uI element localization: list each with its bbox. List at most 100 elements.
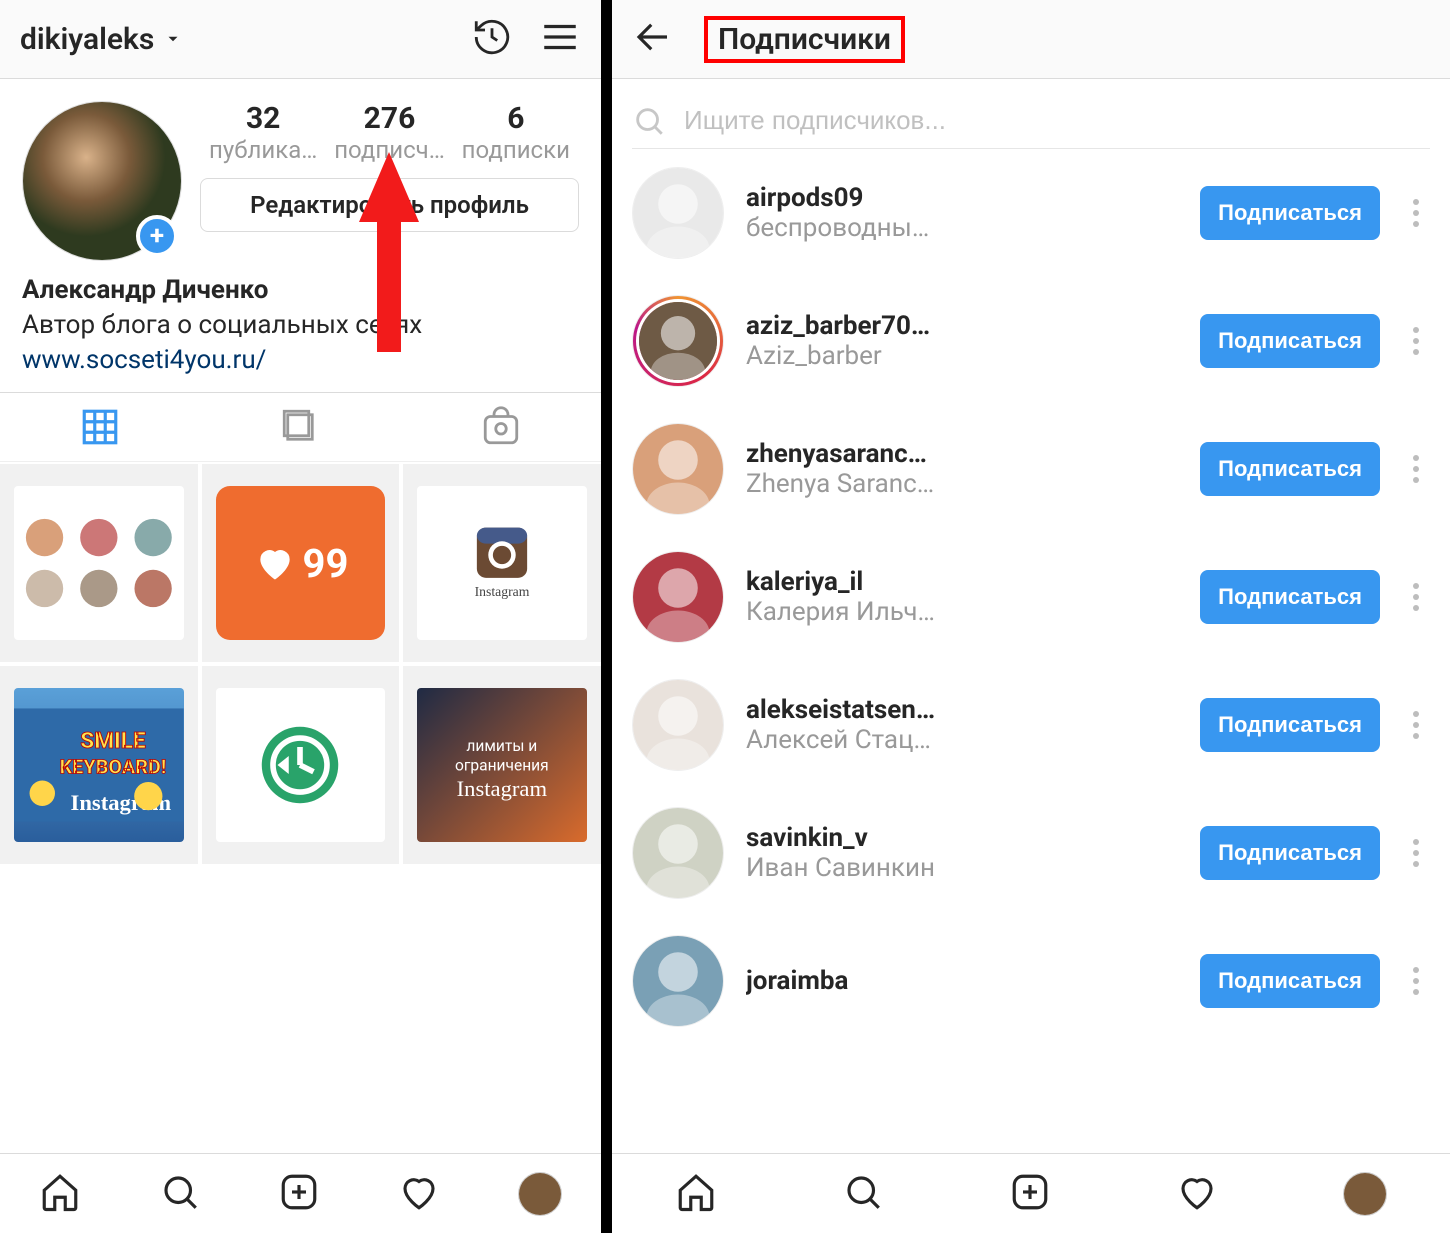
follow-button[interactable]: Подписаться [1200,314,1380,368]
post-thumb[interactable]: Instagram [403,464,601,662]
username-label: dikiyaleks [20,22,154,57]
follower-avatar[interactable] [632,167,724,259]
followers-screen: Подписчики airpods09беспроводны… Подписат… [612,0,1450,1233]
nav-search-icon[interactable] [159,1171,201,1217]
nav-activity-icon[interactable] [398,1171,440,1217]
thumb-instagram-logo: Instagram [467,523,537,603]
nav-home-icon[interactable] [675,1171,717,1217]
more-options-icon[interactable] [1402,839,1430,867]
follower-subtitle: беспроводны… [746,213,1178,243]
bio-link[interactable]: www.socseti4you.ru/ [22,343,579,378]
profile-tabs [0,392,601,462]
grid-icon [79,406,121,448]
more-options-icon[interactable] [1402,199,1430,227]
follower-avatar[interactable] [632,423,724,515]
thumb-people-collage [14,486,184,640]
hamburger-menu-icon[interactable] [539,16,581,62]
nav-search-icon[interactable] [842,1171,884,1217]
add-story-plus-icon[interactable]: + [136,215,178,257]
follower-username: airpods09 [746,183,1178,213]
follow-button[interactable]: Подписаться [1200,186,1380,240]
nav-profile-avatar[interactable] [518,1172,562,1216]
post-thumb[interactable] [202,666,400,864]
bottom-nav [612,1153,1450,1233]
follower-subtitle: Алексей Стац… [746,725,1178,755]
follower-row[interactable]: joraimba Подписаться [612,917,1450,1045]
nav-activity-icon[interactable] [1176,1171,1218,1217]
follower-avatar[interactable] [632,807,724,899]
stat-followers[interactable]: 276 подписч… [326,101,452,164]
follower-username: alekseistatsen… [746,695,1178,725]
followers-search[interactable] [632,93,1430,149]
follower-row[interactable]: airpods09беспроводны… Подписаться [612,149,1450,277]
follower-avatar[interactable] [632,295,724,387]
posts-grid: 99 Instagram SMILE KEYBOARD! [0,462,601,1153]
nav-home-icon[interactable] [39,1171,81,1217]
post-thumb[interactable] [0,464,198,662]
edit-profile-button[interactable]: Редактировать профиль [200,178,579,232]
post-thumb[interactable]: 99 [202,464,400,662]
posts-label: публика… [200,136,326,164]
followers-title: Подписчики [718,22,891,57]
bottom-nav [0,1153,601,1233]
follower-row[interactable]: zhenyasaranc…Zhenya Saranc…Подписаться [612,405,1450,533]
nav-add-icon[interactable] [278,1171,320,1217]
svg-text:лимиты и: лимиты и [467,737,538,755]
followers-count: 276 [326,101,452,136]
followers-title-highlight: Подписчики [704,16,905,63]
heart-icon [253,541,297,585]
badge-count: 99 [303,540,349,587]
edit-profile-label: Редактировать профиль [250,191,529,219]
follow-button[interactable]: Подписаться [1200,698,1380,752]
back-arrow-icon[interactable] [632,16,674,62]
stat-posts[interactable]: 32 публика… [200,101,326,164]
svg-text:Instagram: Instagram [457,776,548,801]
post-thumb[interactable]: SMILE KEYBOARD! Instagram [0,666,198,864]
follower-username: joraimba [746,966,1178,996]
username-dropdown[interactable]: dikiyaleks [20,22,182,57]
followers-list: airpods09беспроводны…Подписатьсяaziz_bar… [612,149,1450,1153]
thumb-limits-sunset: лимиты и ограничения Instagram [417,688,587,842]
tab-feed[interactable] [200,393,400,461]
stat-following[interactable]: 6 подписки [453,101,579,164]
followers-header: Подписчики [612,0,1450,79]
follower-username: zhenyasaranc… [746,439,1178,469]
follower-username: savinkin_v [746,823,1178,853]
follower-row[interactable]: savinkin_vИван СавинкинПодписаться [612,789,1450,917]
svg-text:KEYBOARD!: KEYBOARD! [60,756,167,779]
more-options-icon[interactable] [1402,711,1430,739]
more-options-icon[interactable] [1402,327,1430,355]
follower-subtitle: Aziz_barber [746,341,1178,371]
follower-subtitle: Калерия Ильч… [746,597,1178,627]
follower-row[interactable]: kaleriya_ilКалерия Ильч… Подписаться [612,533,1450,661]
following-count: 6 [453,101,579,136]
post-thumb[interactable]: лимиты и ограничения Instagram [403,666,601,864]
search-input[interactable] [684,105,1430,136]
tab-tagged[interactable] [401,393,601,461]
follower-row[interactable]: aziz_barber70…Aziz_barber Подписаться [612,277,1450,405]
follow-button[interactable]: Подписаться [1200,954,1380,1008]
follow-button[interactable]: Подписаться [1200,442,1380,496]
posts-count: 32 [200,101,326,136]
profile-bio: Александр Диченко Автор блога о социальн… [0,269,601,392]
svg-text:ограничения: ограничения [455,757,549,775]
follower-username: kaleriya_il [746,567,1178,597]
svg-text:Instagram: Instagram [475,584,530,599]
nav-add-icon[interactable] [1009,1171,1051,1217]
follow-button[interactable]: Подписаться [1200,826,1380,880]
more-options-icon[interactable] [1402,967,1430,995]
tab-grid[interactable] [0,393,200,461]
thumb-restore-clock [255,720,345,810]
profile-avatar[interactable]: + [22,101,182,261]
follower-avatar[interactable] [632,551,724,643]
profile-summary: + 32 публика… 276 подписч… 6 подписки [0,79,601,269]
more-options-icon[interactable] [1402,455,1430,483]
activity-history-icon[interactable] [471,16,513,62]
follower-avatar[interactable] [632,935,724,1027]
follower-username: aziz_barber70… [746,311,1178,341]
nav-profile-avatar[interactable] [1343,1172,1387,1216]
more-options-icon[interactable] [1402,583,1430,611]
follow-button[interactable]: Подписаться [1200,570,1380,624]
follower-row[interactable]: alekseistatsen…Алексей Стац… Подписаться [612,661,1450,789]
follower-avatar[interactable] [632,679,724,771]
